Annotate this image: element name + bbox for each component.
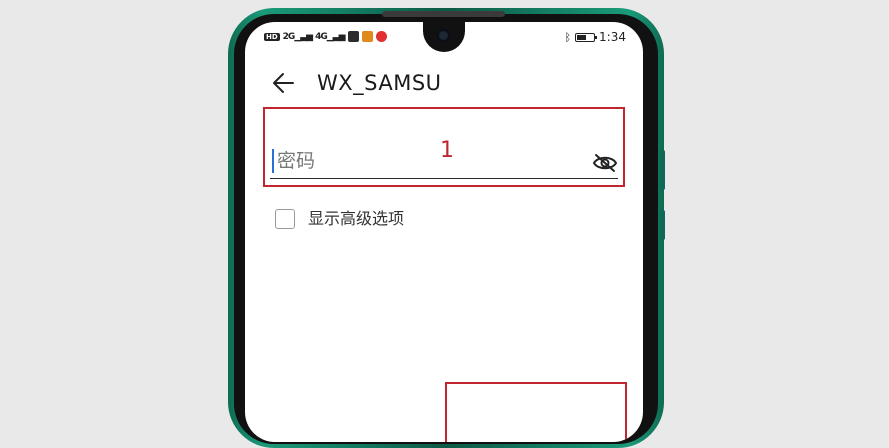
advanced-options-label[interactable]: 显示高级选项 [308, 208, 404, 230]
signal-2g: 2G▁▃▅ [282, 31, 313, 42]
volume-button [660, 150, 665, 190]
status-time: 1:34 [599, 30, 626, 44]
annotation-box-2 [445, 382, 627, 442]
status-bar-left: HD 2G▁▃▅ 4G▁▃▅ [264, 31, 387, 42]
advanced-options-checkbox[interactable] [275, 209, 295, 229]
status-bar-right: ᛒ 1:34 [564, 30, 626, 44]
battery-icon [575, 32, 598, 42]
text-cursor [272, 149, 274, 173]
signal-4g: 4G▁▃▅ [315, 31, 345, 42]
red-app-icon [375, 31, 387, 42]
password-input[interactable] [277, 150, 577, 172]
password-underline [270, 178, 618, 179]
back-arrow-icon[interactable] [271, 70, 297, 96]
speaker-grille [382, 11, 505, 17]
page-title: WX_SAMSU [317, 71, 442, 95]
front-camera [436, 28, 451, 43]
eye-off-icon[interactable] [592, 152, 618, 174]
video-app-icon [361, 31, 373, 42]
phone-screen: HD 2G▁▃▅ 4G▁▃▅ ᛒ 1:34 WX_SAMSU 1 显示高级选项 [245, 22, 643, 442]
power-button [660, 210, 665, 240]
hd-badge: HD [264, 32, 280, 41]
bluetooth-icon: ᛒ [564, 30, 572, 44]
app-notification-icon [347, 31, 359, 42]
